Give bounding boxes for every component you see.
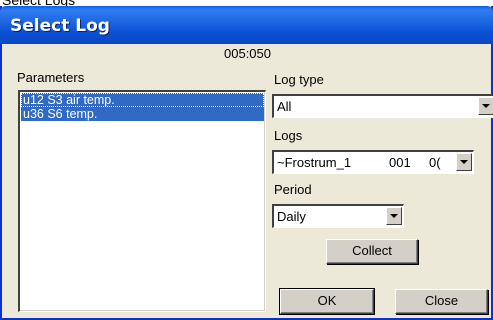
collect-button-label: Collect <box>352 243 392 258</box>
period-combo[interactable]: Daily <box>272 204 404 228</box>
period-label: Period <box>274 182 312 197</box>
parameter-item[interactable]: u36 S6 temp. <box>21 107 264 121</box>
dropdown-arrow-icon <box>482 104 490 108</box>
title-bar[interactable]: Select Log <box>0 6 493 44</box>
dialog-content: 005:050 Parameters u12 S3 air temp. u36 … <box>2 44 493 318</box>
log-type-combo[interactable]: All <box>272 94 493 118</box>
logs-label: Logs <box>274 128 303 143</box>
dropdown-arrow-icon <box>390 214 398 218</box>
dropdown-arrow-icon <box>460 160 468 164</box>
parameters-label: Parameters <box>17 70 85 85</box>
logs-col2: 001 <box>389 155 411 170</box>
close-button-label: Close <box>424 293 459 308</box>
log-type-dropdown-button[interactable] <box>478 97 493 115</box>
logs-col3: 0( <box>429 155 441 170</box>
ok-button-label: OK <box>317 293 337 308</box>
dialog-title: Select Log <box>10 16 110 36</box>
close-button[interactable]: Close <box>395 289 488 314</box>
logs-dropdown-button[interactable] <box>456 153 472 171</box>
parameters-listbox[interactable]: u12 S3 air temp. u36 S6 temp. <box>18 90 266 312</box>
period-value: Daily <box>277 209 306 224</box>
period-dropdown-button[interactable] <box>386 207 402 225</box>
select-log-dialog: Select Log 005:050 Parameters u12 S3 air… <box>0 6 493 320</box>
log-type-value: All <box>277 99 292 114</box>
logs-name: ~Frostrum_1 <box>277 155 352 170</box>
log-type-label: Log type <box>274 72 324 87</box>
time-readout: 005:050 <box>224 46 271 61</box>
logs-combo[interactable]: ~Frostrum_1 001 0( <box>272 150 474 174</box>
collect-button[interactable]: Collect <box>326 239 418 264</box>
parameter-item[interactable]: u12 S3 air temp. <box>21 93 264 107</box>
ok-button[interactable]: OK <box>279 288 375 315</box>
